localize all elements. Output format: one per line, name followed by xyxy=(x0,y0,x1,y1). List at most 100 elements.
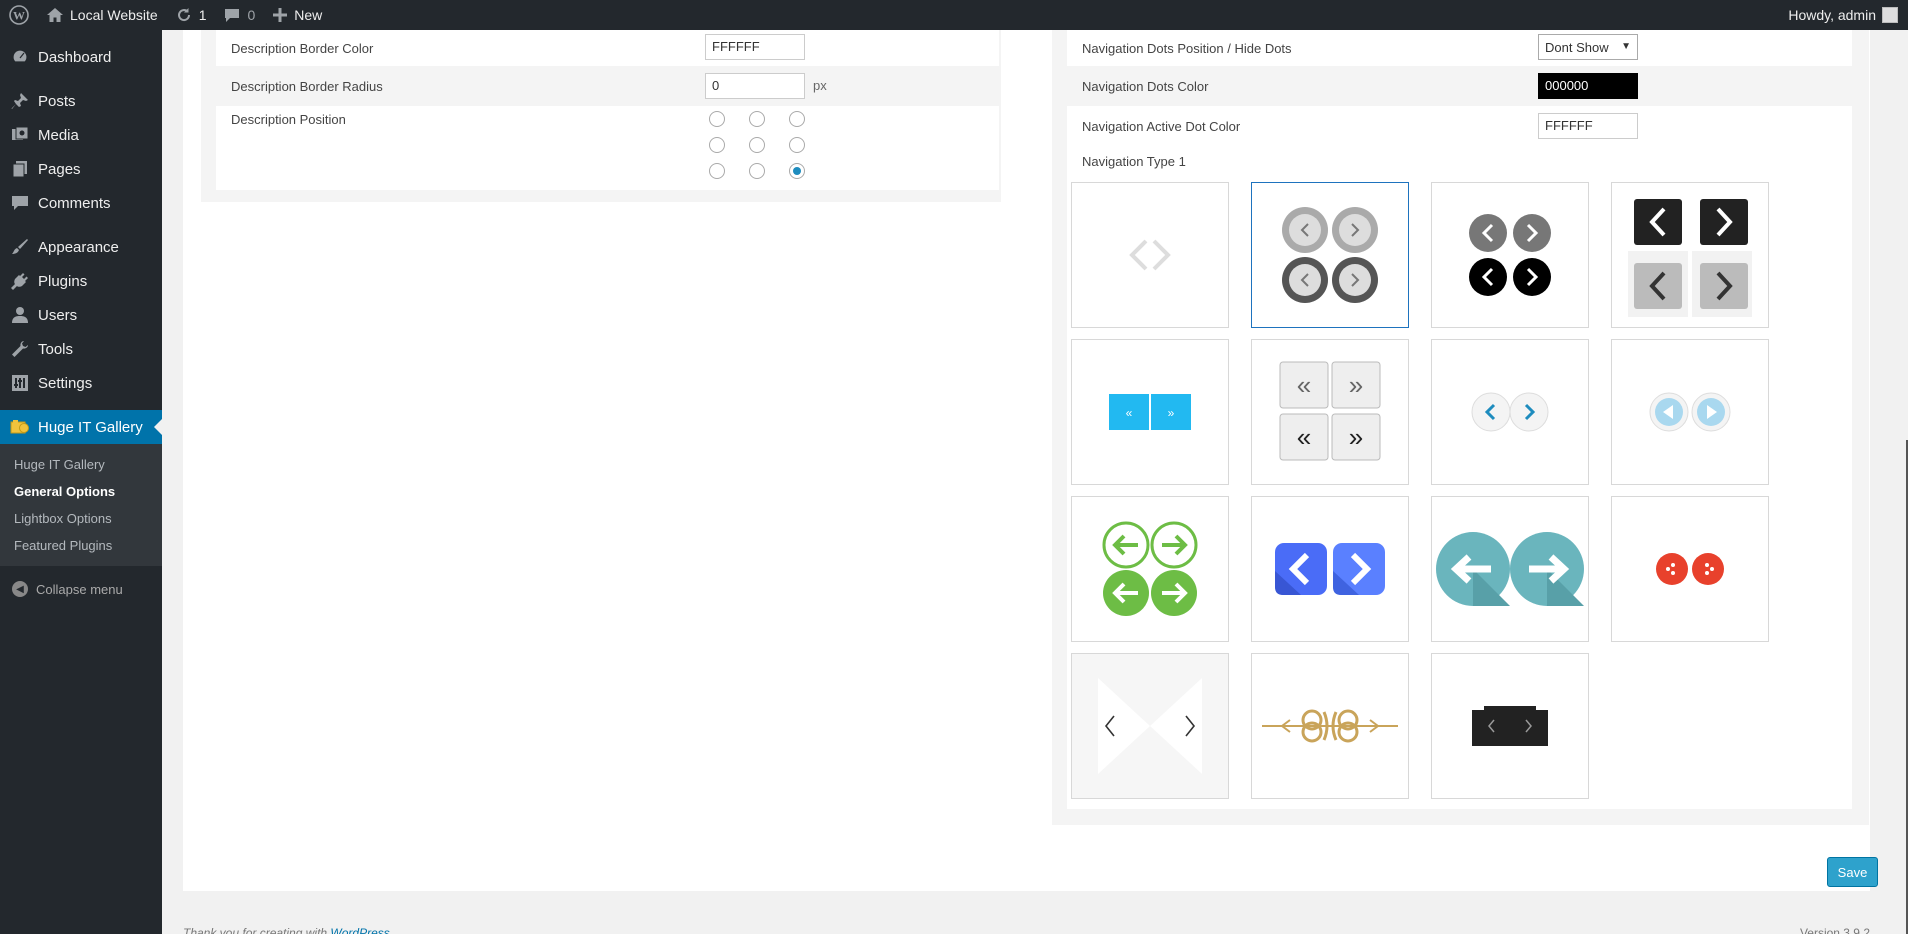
admin-sidebar: Dashboard Posts Media Pages Comments App… xyxy=(0,30,162,934)
collapse-menu-label: Collapse menu xyxy=(36,581,123,597)
menu-posts[interactable]: Posts xyxy=(0,84,162,118)
navigation-type-label: Navigation Type 1 xyxy=(1082,154,1186,169)
wordpress-link[interactable]: WordPress xyxy=(330,926,389,934)
nav-type-option-11[interactable] xyxy=(1431,496,1589,642)
howdy-text: Howdy, admin xyxy=(1788,7,1876,23)
nav-type-option-8[interactable] xyxy=(1611,339,1769,485)
submenu-lightbox-options[interactable]: Lightbox Options xyxy=(0,505,162,532)
position-radio-top-right[interactable] xyxy=(789,111,805,127)
my-account[interactable]: Howdy, admin xyxy=(1788,7,1908,23)
menu-users[interactable]: Users xyxy=(0,298,162,332)
nav-type-option-13[interactable] xyxy=(1071,653,1229,799)
avatar xyxy=(1882,7,1898,23)
description-options-panel: Description Border Color FFFFFF Descript… xyxy=(201,30,1001,202)
position-radio-middle-right[interactable] xyxy=(789,137,805,153)
description-border-color-input[interactable]: FFFFFF xyxy=(705,34,805,60)
submenu-huge-it-gallery[interactable]: Huge IT Gallery xyxy=(0,451,162,478)
menu-huge-it-gallery[interactable]: Huge IT Gallery xyxy=(0,410,162,444)
position-radio-middle-center[interactable] xyxy=(749,137,765,153)
white-round-blue-arrows-icon xyxy=(1471,392,1549,432)
position-radio-top-left[interactable] xyxy=(709,111,725,127)
dashboard-icon xyxy=(10,47,30,67)
position-radio-bottom-left[interactable] xyxy=(709,163,725,179)
menu-dashboard[interactable]: Dashboard xyxy=(0,40,162,74)
pushpin-icon xyxy=(10,91,30,111)
row-description-border-radius: Description Border Radius 0 px xyxy=(216,66,999,106)
bowtie-arrows-icon xyxy=(1072,654,1228,798)
position-radio-bottom-right[interactable] xyxy=(789,163,805,179)
nav-type-option-6[interactable]: « » « » xyxy=(1251,339,1409,485)
nav-type-option-12[interactable] xyxy=(1611,496,1769,642)
nav-dots-color-input[interactable]: 000000 xyxy=(1538,73,1638,99)
double-chevron-buttons-icon: « » « » xyxy=(1279,361,1381,461)
nav-active-dot-color-input[interactable]: FFFFFF xyxy=(1538,113,1638,139)
nav-type-option-5[interactable]: «» xyxy=(1071,339,1229,485)
thin-chevrons-icon xyxy=(1129,239,1171,271)
nav-type-option-3[interactable] xyxy=(1431,182,1589,328)
updates-count: 1 xyxy=(198,7,207,23)
nav-type-option-7[interactable] xyxy=(1431,339,1589,485)
nav-dots-position-value: Dont Show xyxy=(1545,39,1609,55)
updates-link[interactable]: 1 xyxy=(167,0,216,30)
nav-type-option-2[interactable] xyxy=(1251,182,1409,328)
menu-media-label: Media xyxy=(38,126,79,144)
options-content: Description Border Color FFFFFF Descript… xyxy=(183,30,1878,891)
user-icon xyxy=(10,305,30,325)
menu-plugins-label: Plugins xyxy=(38,272,88,290)
teal-circle-arrows-icon xyxy=(1436,532,1584,606)
grey-circle-arrows-icon xyxy=(1282,207,1378,303)
collapse-arrow-icon: ◀ xyxy=(12,581,28,597)
position-radio-bottom-center[interactable] xyxy=(749,163,765,179)
footer-version: Version 3.9.2 xyxy=(1799,926,1870,934)
description-border-radius-input[interactable]: 0 xyxy=(705,73,805,99)
nav-type-option-14[interactable] xyxy=(1251,653,1409,799)
svg-text:«: « xyxy=(1126,406,1133,420)
dropdown-arrow-icon: ▼ xyxy=(1621,41,1631,52)
site-name-link[interactable]: Local Website xyxy=(38,0,167,30)
nav-type-option-15[interactable] xyxy=(1431,653,1589,799)
new-content-link[interactable]: New xyxy=(264,0,331,30)
comments-icon xyxy=(10,193,30,213)
nav-type-option-10[interactable] xyxy=(1251,496,1409,642)
save-button[interactable]: Save xyxy=(1827,857,1878,887)
comments-link[interactable]: 0 xyxy=(215,0,264,30)
square-arrows-icon xyxy=(1628,199,1752,317)
nav-dots-position-label: Navigation Dots Position / Hide Dots xyxy=(1082,40,1292,56)
menu-tools[interactable]: Tools xyxy=(0,332,162,366)
svg-text:»: » xyxy=(1168,406,1175,420)
nav-type-option-4[interactable] xyxy=(1611,182,1769,328)
home-icon xyxy=(47,8,63,22)
submenu-featured-plugins[interactable]: Featured Plugins xyxy=(0,532,162,559)
collapse-menu-button[interactable]: ◀ Collapse menu xyxy=(0,572,162,606)
paintbrush-icon xyxy=(10,237,30,257)
pages-icon xyxy=(10,159,30,179)
svg-text:«: « xyxy=(1297,370,1311,400)
position-radio-middle-left[interactable] xyxy=(709,137,725,153)
blue-flat-arrows-icon: «» xyxy=(1109,394,1191,430)
navigation-options-panel: Navigation Dots Position / Hide Dots Don… xyxy=(1052,30,1869,825)
wordpress-logo-icon[interactable]: W xyxy=(0,0,38,30)
menu-pages[interactable]: Pages xyxy=(0,152,162,186)
ornate-gold-arrows-icon xyxy=(1262,709,1398,743)
nav-type-option-9[interactable] xyxy=(1071,496,1229,642)
wrench-icon xyxy=(10,339,30,359)
menu-media[interactable]: Media xyxy=(0,118,162,152)
menu-plugins[interactable]: Plugins xyxy=(0,264,162,298)
submenu-general-options[interactable]: General Options xyxy=(0,478,162,505)
nav-dots-position-select[interactable]: Dont Show ▼ xyxy=(1538,34,1638,60)
nav-dots-color-label: Navigation Dots Color xyxy=(1082,78,1209,94)
admin-footer: Thank you for creating with WordPress Ve… xyxy=(183,924,1870,934)
description-position-label: Description Position xyxy=(231,112,346,127)
menu-users-label: Users xyxy=(38,306,78,324)
position-radio-top-center[interactable] xyxy=(749,111,765,127)
menu-settings-label: Settings xyxy=(38,374,93,392)
dark-circle-arrows-icon xyxy=(1469,214,1551,296)
menu-settings[interactable]: Settings xyxy=(0,366,162,400)
menu-appearance[interactable]: Appearance xyxy=(0,230,162,264)
menu-posts-label: Posts xyxy=(38,92,76,110)
row-nav-dots-position: Navigation Dots Position / Hide Dots Don… xyxy=(1067,30,1852,66)
svg-text:«: « xyxy=(1297,422,1311,452)
row-nav-dots-color: Navigation Dots Color 000000 xyxy=(1067,66,1852,106)
menu-comments[interactable]: Comments xyxy=(0,186,162,220)
nav-type-option-1[interactable] xyxy=(1071,182,1229,328)
